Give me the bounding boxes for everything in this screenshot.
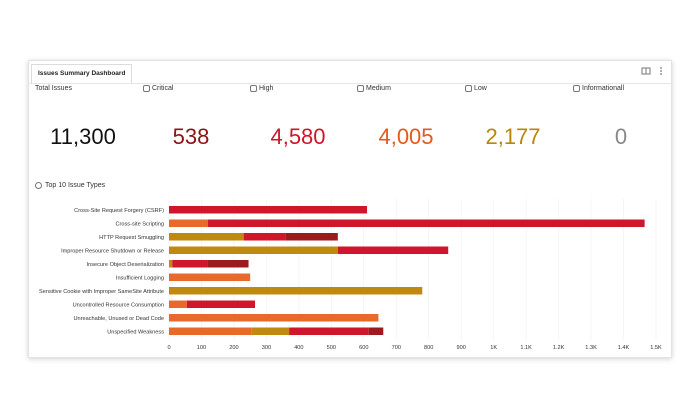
category-label: Uncontrolled Resource Consumption xyxy=(73,302,164,308)
more-vertical-icon[interactable] xyxy=(656,66,666,76)
x-tick-label: 800 xyxy=(424,345,433,351)
severity-icon xyxy=(250,85,257,92)
kpi-label-text: Informationall xyxy=(582,85,625,92)
x-tick-label: 1K xyxy=(490,345,497,351)
category-label: HTTP Request Smuggling xyxy=(99,235,164,241)
x-tick-label: 200 xyxy=(229,345,238,351)
kpi-label-text: High xyxy=(259,85,274,92)
kpi-label-high: High xyxy=(250,85,273,92)
bar-segment-critical[interactable] xyxy=(285,233,338,241)
tab-bar: Issues Summary Dashboard xyxy=(29,61,671,84)
top-issue-types-title: Top 10 Issue Types xyxy=(35,182,105,189)
bar-segment-medium[interactable] xyxy=(169,273,251,282)
tab-issues-summary-dashboard[interactable]: Issues Summary Dashboard xyxy=(31,64,133,83)
dashboard-card: Issues Summary Dashboard Total Issues Cr… xyxy=(28,60,672,358)
bar-segment-high[interactable] xyxy=(186,300,256,309)
bar-segment-medium[interactable] xyxy=(169,219,208,228)
kpi-label-critical: Critical xyxy=(143,85,173,92)
x-tick-label: 1.1K xyxy=(520,345,532,351)
bar-segment-medium[interactable] xyxy=(169,327,252,336)
bar-segment-critical[interactable] xyxy=(368,327,384,336)
severity-icon xyxy=(357,85,364,92)
kpi-label-informational: Informationall xyxy=(573,85,624,92)
bar-segment-high[interactable] xyxy=(207,219,645,228)
x-tick-label: 400 xyxy=(294,345,303,351)
bar-segment-medium[interactable] xyxy=(169,300,187,309)
category-label: Unreachable, Unused or Dead Code xyxy=(74,316,165,322)
x-tick-label: 1.2K xyxy=(553,345,565,351)
x-tick-label: 1.5K xyxy=(650,345,662,351)
category-label: Cross-Site Request Forgery (CSRF) xyxy=(74,208,164,214)
bar-segment-high[interactable] xyxy=(337,246,449,255)
bar-segment-medium[interactable] xyxy=(169,314,379,322)
kpi-value-low: 2,177 xyxy=(485,124,541,149)
x-tick-label: 0 xyxy=(167,345,170,351)
x-tick-label: 700 xyxy=(392,345,401,351)
bar-segment-low[interactable] xyxy=(169,246,338,255)
bar-segment-high[interactable] xyxy=(172,260,208,268)
top-issue-types-chart: Cross-Site Request Forgery (CSRF) Cross-s… xyxy=(39,199,662,351)
kpi-label-text: Medium xyxy=(366,85,391,92)
x-tick-label: 900 xyxy=(457,345,466,351)
kpi-label-text: Total Issues xyxy=(35,85,72,92)
severity-icon xyxy=(573,85,580,92)
category-label: Unspecified Weakness xyxy=(107,329,164,335)
kpi-value-high: 4,580 xyxy=(270,124,326,149)
bar-segment-low[interactable] xyxy=(169,260,173,268)
x-tick-label: 300 xyxy=(262,345,271,351)
kpi-label-medium: Medium xyxy=(357,85,391,92)
bar-segment-low[interactable] xyxy=(251,327,290,336)
category-label: Improper Resource Shutdown or Release xyxy=(61,248,164,254)
kpi-label-text: Low xyxy=(474,85,487,92)
category-label: Cross-site Scripting xyxy=(116,221,165,227)
kpi-label-text: Critical xyxy=(152,85,174,92)
x-tick-label: 500 xyxy=(327,345,336,351)
bar-segment-high[interactable] xyxy=(169,206,368,214)
category-label: Insufficient Logging xyxy=(116,275,164,281)
chart-icon xyxy=(35,182,42,189)
bar-segment-low[interactable] xyxy=(169,287,423,295)
x-tick-label: 1.4K xyxy=(618,345,630,351)
kpi-value-medium: 4,005 xyxy=(378,124,434,149)
x-tick-label: 100 xyxy=(197,345,206,351)
kpi-value-informational: 0 xyxy=(614,124,628,149)
severity-icon xyxy=(143,85,150,92)
bar-segment-low[interactable] xyxy=(169,233,244,241)
section-title-text: Top 10 Issue Types xyxy=(45,182,106,189)
grid-icon[interactable] xyxy=(641,66,651,76)
bar-segment-high[interactable] xyxy=(289,327,369,336)
category-label: Sensitive Cookie with Improper SameSite … xyxy=(39,289,164,295)
bar-segment-high[interactable] xyxy=(243,233,286,241)
kpi-value-total: 11,300 xyxy=(50,124,116,149)
category-label: Insecure Object Deserialization xyxy=(87,262,164,268)
severity-icon xyxy=(465,85,472,92)
bar-segment-critical[interactable] xyxy=(207,260,249,268)
kpi-value-critical: 538 xyxy=(172,124,210,149)
x-tick-label: 1.3K xyxy=(585,345,597,351)
kpi-label-low: Low xyxy=(465,85,487,92)
x-tick-label: 600 xyxy=(359,345,368,351)
kpi-label-total: Total Issues xyxy=(35,85,72,92)
